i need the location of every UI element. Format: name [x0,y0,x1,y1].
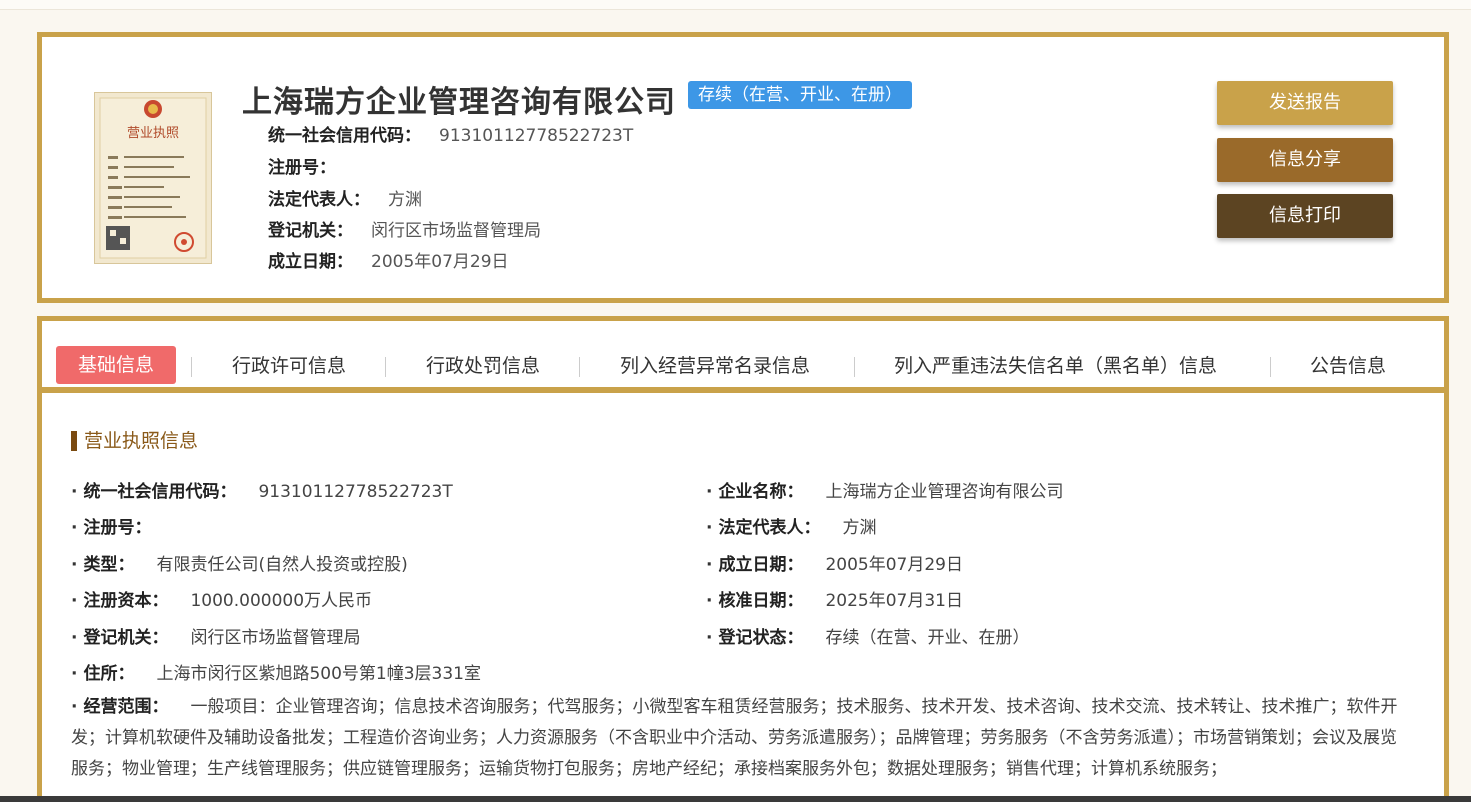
field-reg-capital: · 注册资本： 1000.000000万人民币 [71,591,373,611]
tab-separator [191,357,192,377]
company-header-card: 营业执照 上海瑞方企业管理咨询有限公司 存续（在营、开业、在册） 统一社会信用代… [37,32,1449,303]
send-report-button[interactable]: 发送报告 [1217,81,1393,125]
tab-admin-license[interactable]: 行政许可信息 [232,347,346,385]
tab-separator [385,357,386,377]
share-info-button[interactable]: 信息分享 [1217,138,1393,182]
field-founded-date: · 成立日期： 2005年07月29日 [706,555,963,575]
license-title: 营业执照 [127,126,179,141]
tab-announcements[interactable]: 公告信息 [1310,347,1386,385]
field-type: · 类型： 有限责任公司(自然人投资或控股) [71,555,408,575]
header-reg-no: 注册号： [268,158,336,178]
header-reg-authority: 登记机关： 闵行区市场监督管理局 [268,221,541,241]
status-badge: 存续（在营、开业、在册） [688,81,912,109]
tab-separator [579,357,580,377]
tab-separator [1270,357,1271,377]
tab-separator [854,357,855,377]
field-reg-no: · 注册号： [71,518,152,538]
tab-basic-info[interactable]: 基础信息 [56,346,177,384]
basic-info-card: 基础信息 行政许可信息 行政处罚信息 列入经营异常名录信息 列入严重违法失信名单… [37,316,1449,802]
header-legal-rep: 法定代表人： 方渊 [268,190,422,210]
field-reg-status: · 登记状态： 存续（在营、开业、在册） [706,628,1030,648]
field-legal-rep: · 法定代表人： 方渊 [706,518,877,538]
business-license-image[interactable]: 营业执照 [94,92,212,264]
field-address: · 住所： 上海市闵行区紫旭路500号第1幢3层331室 [71,664,481,684]
field-reg-authority: · 登记机关： 闵行区市场监督管理局 [71,628,361,648]
tab-bar: 基础信息 行政许可信息 行政处罚信息 列入经营异常名录信息 列入严重违法失信名单… [42,325,1444,393]
field-business-scope: · 经营范围： 一般项目：企业管理咨询；信息技术咨询服务；代驾服务；小微型客车租赁经… [71,697,1398,779]
company-name-title: 上海瑞方企业管理咨询有限公司 [242,85,676,120]
section-title: 营业执照信息 [71,431,198,451]
field-company-name: · 企业名称： 上海瑞方企业管理咨询有限公司 [706,482,1064,502]
field-approval-date: · 核准日期： 2025年07月31日 [706,591,963,611]
tab-abnormal-list[interactable]: 列入经营异常名录信息 [620,347,810,385]
print-info-button[interactable]: 信息打印 [1217,194,1393,238]
header-founded-date: 成立日期： 2005年07月29日 [268,252,509,272]
field-credit-code: · 统一社会信用代码： 91310112778522723T [71,482,453,502]
header-credit-code: 统一社会信用代码： 91310112778522723T [268,126,634,146]
top-bar [0,0,1471,10]
tab-blacklist[interactable]: 列入严重违法失信名单（黑名单）信息 [894,347,1217,385]
tab-admin-penalty[interactable]: 行政处罚信息 [426,347,540,385]
window-bottom-bar [0,796,1471,802]
